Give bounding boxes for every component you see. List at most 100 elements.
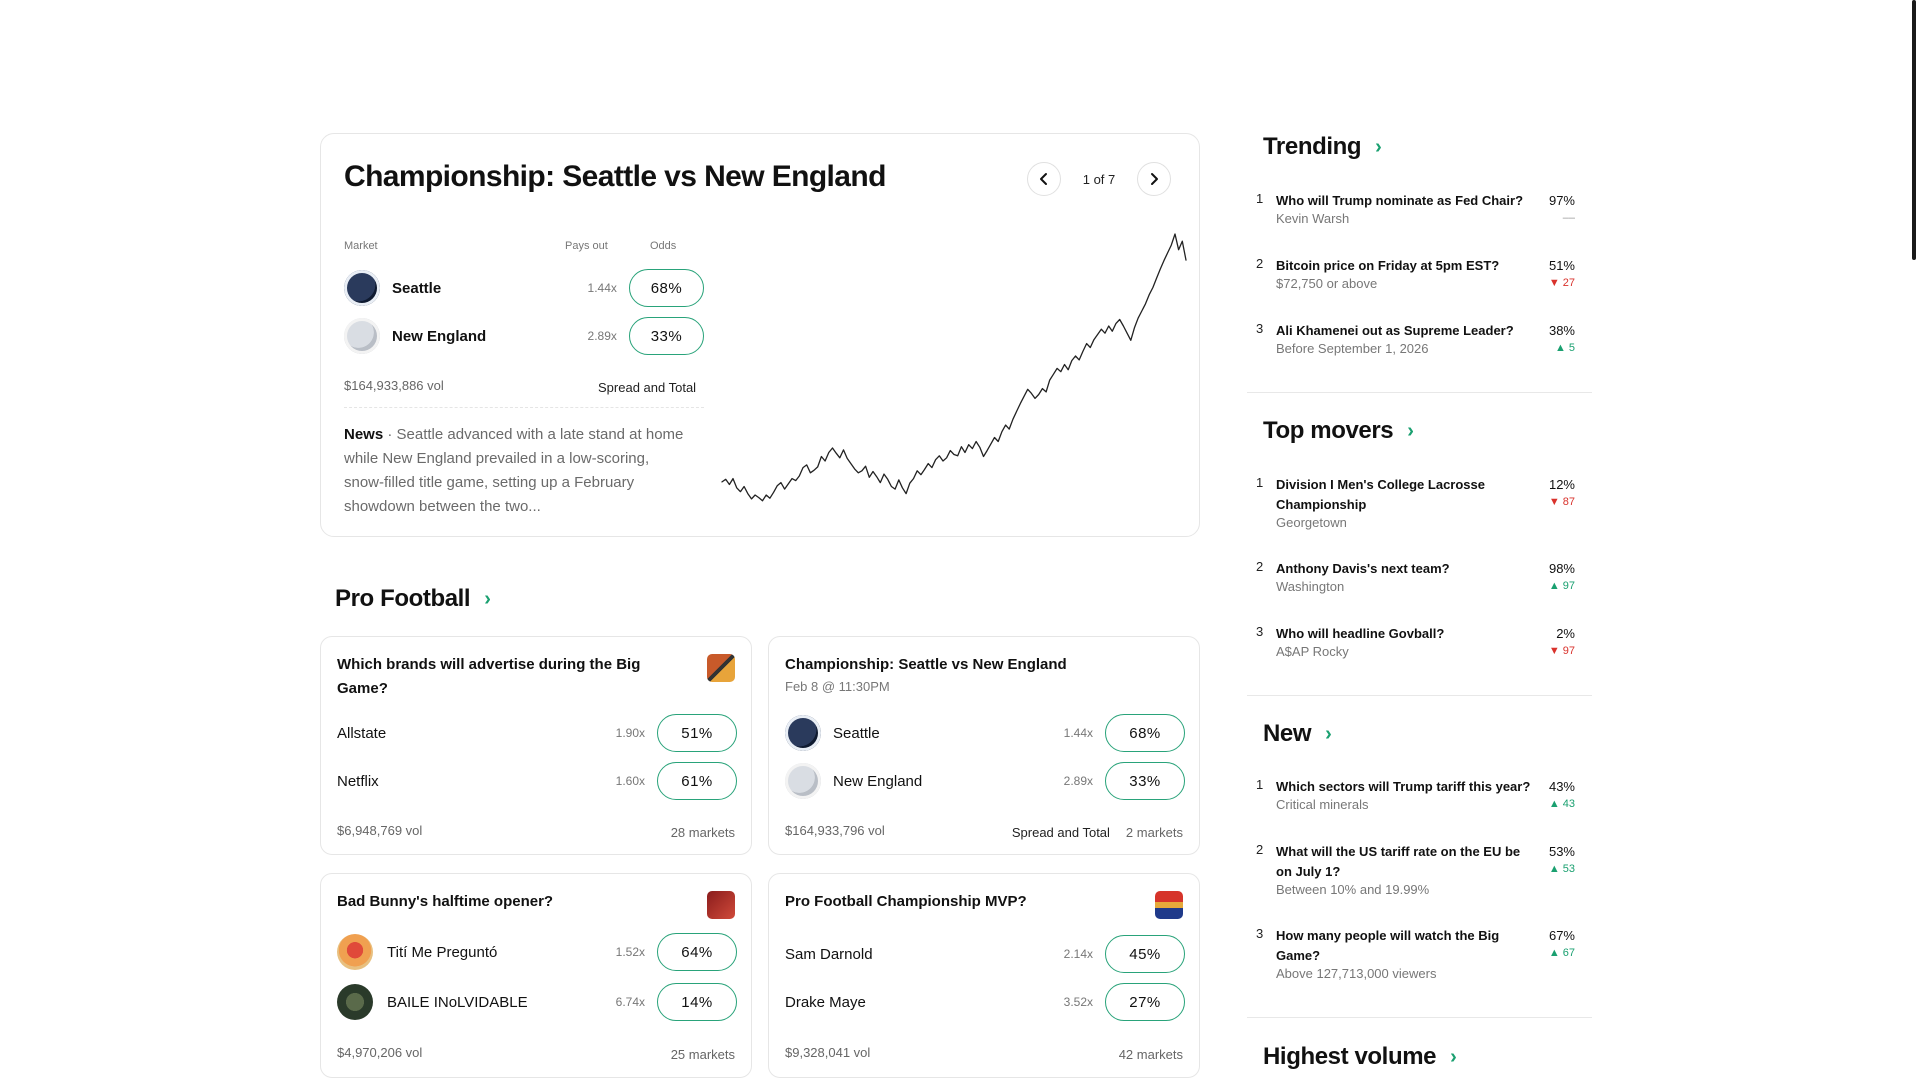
market-card-halftime[interactable]: Bad Bunny's halftime opener? Tití Me Pre… [320, 873, 752, 1078]
odds-button[interactable]: 45% [1105, 935, 1185, 973]
market-card-championship[interactable]: Championship: Seattle vs New England Feb… [768, 636, 1200, 855]
trending-title[interactable]: Trending › [1263, 133, 1382, 161]
payout: 1.90x [615, 726, 645, 740]
probability: 97% [1548, 193, 1575, 208]
album-cover-icon [337, 934, 373, 970]
news-label: News [344, 426, 384, 443]
top-movers-title[interactable]: Top movers › [1263, 417, 1414, 445]
new-title[interactable]: New › [1263, 720, 1332, 748]
market-question: Ali Khamenei out as Supreme Leader? [1276, 323, 1514, 338]
chevron-right-icon: › [1325, 722, 1332, 745]
news-summary[interactable]: News · Seattle advanced with a late stan… [344, 423, 684, 519]
featured-market-title[interactable]: Championship: Seattle vs New England [344, 160, 886, 194]
new-england-helmet-icon [785, 763, 821, 799]
rank: 1 [1256, 191, 1264, 206]
card-title[interactable]: Pro Football Championship MVP? [785, 890, 1115, 914]
market-card-mvp[interactable]: Pro Football Championship MVP? Sam Darno… [768, 873, 1200, 1078]
rank: 2 [1256, 559, 1264, 574]
section-title-text: Highest volume [1263, 1043, 1437, 1070]
odds-button-new-england[interactable]: 33% [628, 317, 704, 355]
market-answer: Georgetown [1276, 515, 1347, 530]
spread-and-total-link[interactable]: Spread and Total [1012, 825, 1110, 840]
probability: 98% [1548, 561, 1575, 576]
card-title[interactable]: Which brands will advertise during the B… [337, 653, 667, 701]
volume-label: $4,970,206 vol [337, 1045, 423, 1060]
pro-football-section-title[interactable]: Pro Football › [335, 585, 491, 613]
market-answer: A$AP Rocky [1276, 644, 1349, 659]
card-title[interactable]: Championship: Seattle vs New England [785, 653, 1185, 677]
payout: 2.89x [587, 329, 617, 343]
column-header-pays-out: Pays out [565, 240, 608, 252]
spread-and-total-link[interactable]: Spread and Total [598, 380, 696, 395]
news-text: · Seattle advanced with a late stand at … [344, 426, 684, 515]
divider [1247, 1017, 1592, 1018]
featured-market-card[interactable]: Championship: Seattle vs New England 1 o… [320, 133, 1200, 537]
outcome-name: New England [833, 772, 923, 790]
probability: 2% [1556, 626, 1575, 641]
new-england-helmet-icon [344, 318, 380, 354]
chevron-left-icon [1040, 173, 1047, 185]
team-name: Seattle [392, 279, 442, 297]
rank: 3 [1256, 624, 1264, 639]
market-question: Anthony Davis's next team? [1276, 561, 1450, 576]
volume-label: $164,933,796 vol [785, 823, 885, 838]
change-indicator: ▲ 67 [1548, 947, 1575, 959]
rank: 3 [1256, 321, 1264, 336]
markets-count[interactable]: 42 markets [1119, 1047, 1183, 1062]
column-header-odds: Odds [650, 240, 677, 252]
market-answer: Before September 1, 2026 [1276, 341, 1429, 356]
outcome-name: Netflix [337, 772, 379, 790]
divider [344, 407, 704, 408]
markets-count[interactable]: 28 markets [671, 825, 735, 840]
payout: 3.52x [1063, 995, 1093, 1009]
section-title-text: Trending [1263, 133, 1362, 160]
highest-volume-title[interactable]: Highest volume › [1263, 1043, 1457, 1071]
outcome-name: Seattle [833, 724, 880, 742]
section-title-text: New [1263, 720, 1312, 747]
market-question: What will the US tariff rate on the EU b… [1276, 844, 1521, 879]
odds-button-seattle[interactable]: 68% [628, 269, 704, 307]
chevron-right-icon: › [1407, 419, 1414, 442]
probability: 12% [1548, 477, 1575, 492]
change-indicator: ▲ 53 [1548, 863, 1575, 875]
odds-button[interactable]: 14% [657, 983, 737, 1021]
divider [1247, 392, 1592, 393]
page-scrollbar[interactable] [1912, 0, 1916, 260]
card-meta: 25 markets [671, 1047, 735, 1062]
price-history-chart [721, 233, 1187, 502]
divider [1247, 695, 1592, 696]
odds-button[interactable]: 61% [657, 762, 737, 800]
markets-count[interactable]: 2 markets [1126, 825, 1183, 840]
outcome-row-seattle: Seattle 1.44x 68% [344, 269, 704, 307]
card-meta: Spread and Total 2 markets [1012, 825, 1183, 840]
market-answer: Kevin Warsh [1276, 211, 1350, 226]
market-answer: Critical minerals [1276, 797, 1369, 812]
outcome-row-new-england: New England 2.89x 33% [785, 762, 1185, 800]
market-question: Who will Trump nominate as Fed Chair? [1276, 193, 1524, 208]
market-answer: Above 127,713,000 viewers [1276, 966, 1437, 981]
rank: 2 [1256, 256, 1264, 271]
card-title[interactable]: Bad Bunny's halftime opener? [337, 890, 667, 914]
market-thumbnail-icon [707, 891, 735, 919]
odds-button[interactable]: 64% [657, 933, 737, 971]
chevron-right-icon [1151, 173, 1158, 185]
outcome-row: Drake Maye 3.52x 27% [785, 983, 1185, 1021]
payout: 2.89x [1063, 774, 1093, 788]
odds-button[interactable]: 27% [1105, 983, 1185, 1021]
odds-button[interactable]: 33% [1105, 762, 1185, 800]
outcome-name: Allstate [337, 724, 387, 742]
outcome-name: Sam Darnold [785, 945, 873, 963]
outcome-row: Sam Darnold 2.14x 45% [785, 935, 1185, 973]
market-card-brands[interactable]: Which brands will advertise during the B… [320, 636, 752, 855]
prev-button[interactable] [1027, 162, 1061, 196]
probability: 38% [1548, 323, 1575, 338]
outcome-row: BAILE INoLVIDABLE 6.74x 14% [337, 983, 737, 1021]
rank: 1 [1256, 475, 1264, 490]
next-button[interactable] [1137, 162, 1171, 196]
markets-count[interactable]: 25 markets [671, 1047, 735, 1062]
odds-button[interactable]: 68% [1105, 714, 1185, 752]
chevron-right-icon: › [1450, 1045, 1457, 1068]
market-question: Who will headline Govball? [1276, 626, 1445, 641]
payout: 1.60x [615, 774, 645, 788]
odds-button[interactable]: 51% [657, 714, 737, 752]
